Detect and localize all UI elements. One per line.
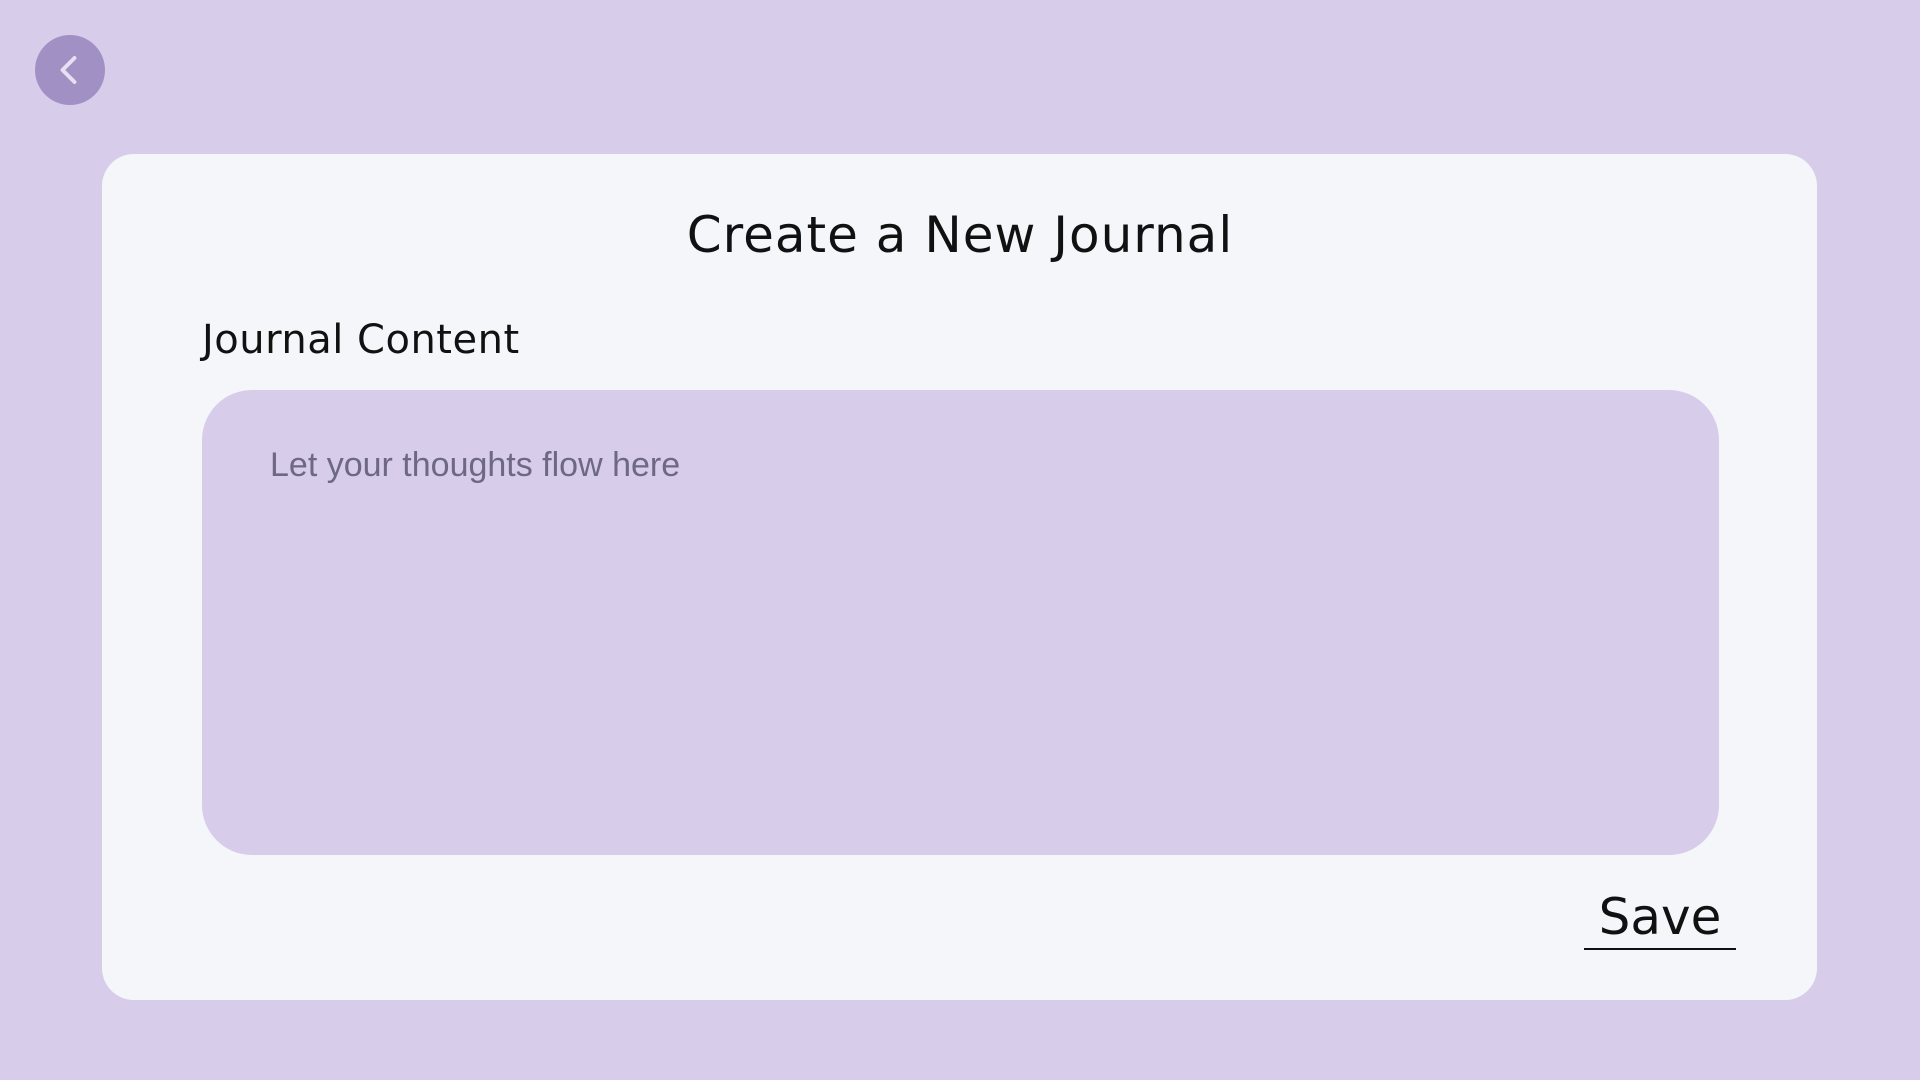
chevron-left-icon bbox=[60, 56, 77, 84]
back-button[interactable] bbox=[35, 35, 105, 105]
page-title: Create a New Journal bbox=[686, 206, 1234, 264]
journal-content-label: Journal Content bbox=[202, 317, 520, 363]
save-button[interactable]: Save bbox=[1584, 884, 1736, 950]
journal-content-input[interactable] bbox=[202, 390, 1719, 855]
